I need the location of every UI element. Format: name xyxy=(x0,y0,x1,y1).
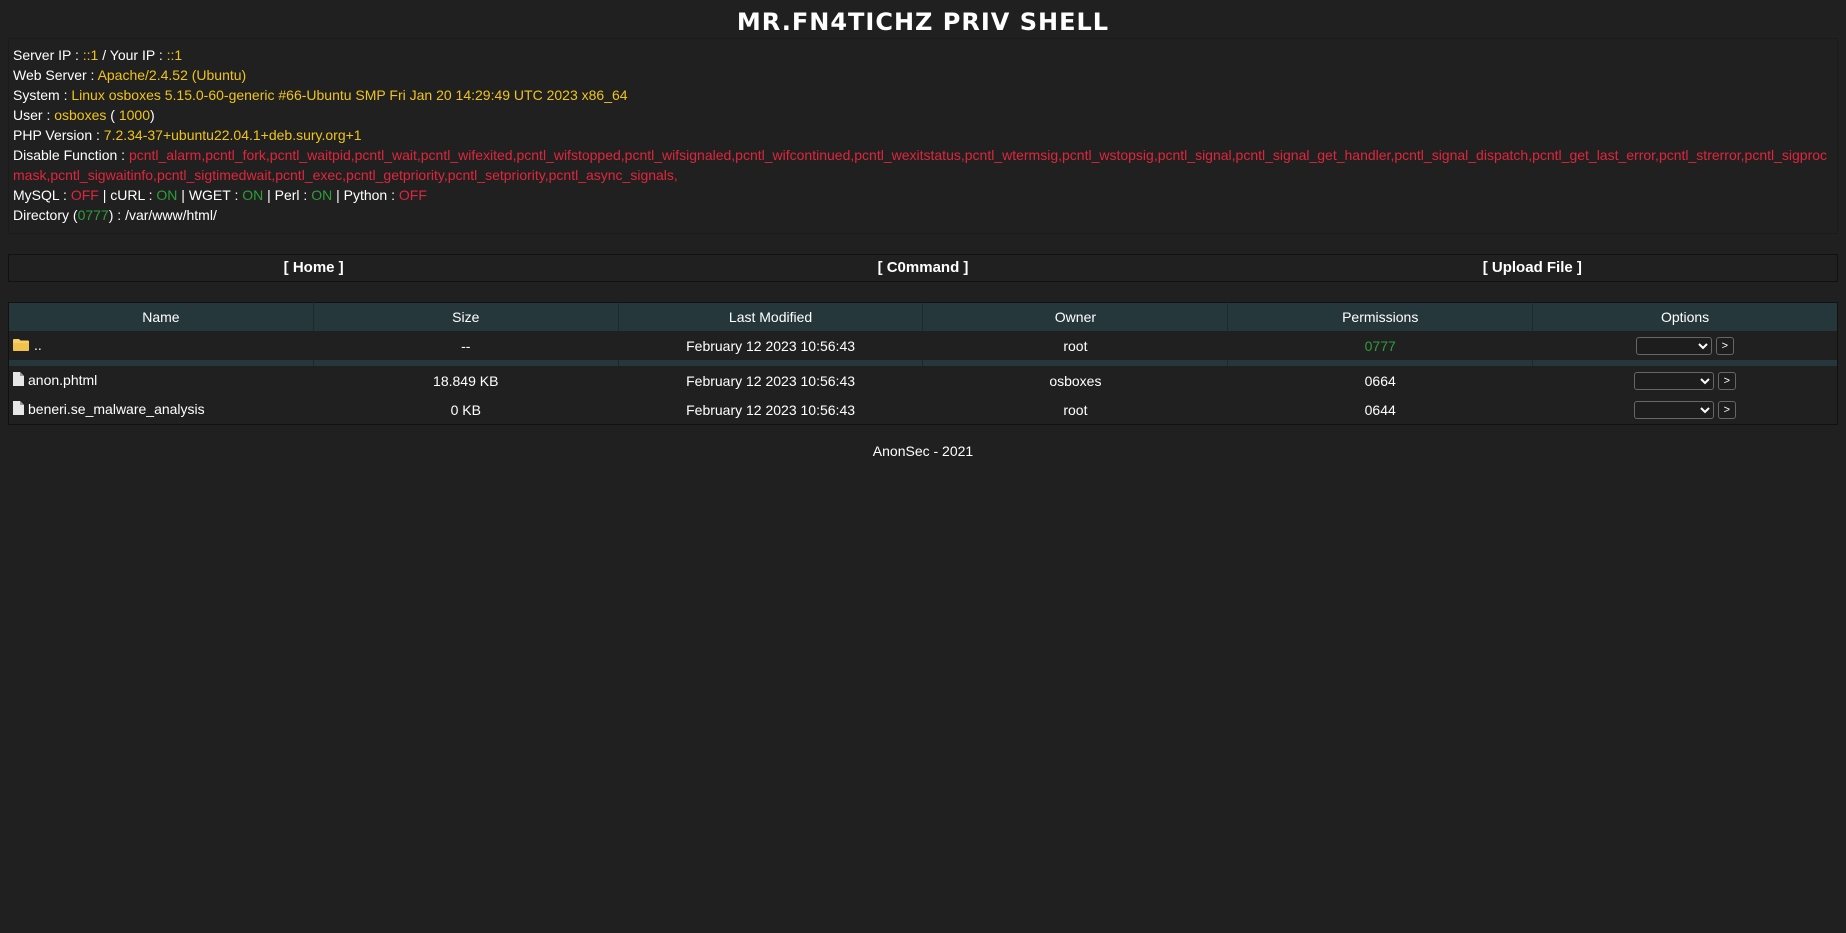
file-modified: February 12 2023 10:56:43 xyxy=(686,372,856,389)
file-name-cell[interactable]: beneri.se_malware_analysis xyxy=(9,395,314,425)
nav-bar: [ Home ] [ C0mmand ] [ Upload File ] xyxy=(8,254,1838,282)
table-row: anon.phtml 18.849 KB February 12 2023 10… xyxy=(9,366,1838,395)
curl-status: ON xyxy=(156,187,178,203)
system-label: System : xyxy=(13,87,72,103)
file-options: > xyxy=(1533,366,1838,395)
server-ip-label: Server IP : xyxy=(13,47,83,63)
user-id-close: ) xyxy=(150,107,155,123)
wget-status: ON xyxy=(242,187,264,203)
perl-label: | Perl : xyxy=(263,187,312,203)
file-name-cell[interactable]: anon.phtml xyxy=(9,366,314,395)
footer-text: AnonSec - 2021 xyxy=(872,443,974,459)
user-row: User : osboxes ( 1000) xyxy=(13,105,1833,125)
file-size: 18.849 KB xyxy=(433,372,499,389)
your-ip-label: / Your IP : xyxy=(98,47,167,63)
user-id-value: 1000 xyxy=(118,107,150,123)
user-id-open: ( xyxy=(106,107,119,123)
wget-label: | WGET : xyxy=(177,187,243,203)
php-row: PHP Version : 7.2.34-37+ubuntu22.04.1+de… xyxy=(13,125,1833,145)
features-row: MySQL : OFF | cURL : ON | WGET : ON | Pe… xyxy=(13,185,1833,205)
mysql-label: MySQL : xyxy=(13,187,71,203)
disable-value: pcntl_alarm,pcntl_fork,pcntl_waitpid,pcn… xyxy=(13,147,1828,183)
server-info-panel: Server IP : ::1 / Your IP : ::1 Web Serv… xyxy=(8,38,1838,234)
home-link[interactable]: [ Home ] xyxy=(9,255,618,281)
file-permissions: 0664 xyxy=(1364,372,1396,389)
dir-sep: ) : xyxy=(108,207,126,223)
dir-perm: 0777 xyxy=(77,207,109,223)
folder-icon xyxy=(13,338,30,354)
parent-options-select[interactable] xyxy=(1635,336,1712,355)
col-owner-header: Owner xyxy=(922,302,1229,331)
your-ip-value: ::1 xyxy=(166,47,183,63)
web-server-label: Web Server : xyxy=(13,67,98,83)
col-size-header: Size xyxy=(313,302,619,331)
file-table: Name Size Last Modified Owner Permission… xyxy=(8,302,1838,425)
dir-label: Directory ( xyxy=(13,207,78,223)
parent-go-button[interactable]: > xyxy=(1715,336,1734,355)
parent-dir-row: .. -- February 12 2023 10:56:43 root 077… xyxy=(9,331,1838,360)
parent-name-cell[interactable]: .. xyxy=(9,331,314,360)
file-icon xyxy=(13,401,24,418)
mysql-status: OFF xyxy=(70,187,99,203)
col-options-header: Options xyxy=(1532,302,1838,331)
table-row: beneri.se_malware_analysis 0 KB February… xyxy=(9,395,1838,425)
php-value: 7.2.34-37+ubuntu22.04.1+deb.sury.org+1 xyxy=(103,127,362,143)
file-options-select[interactable] xyxy=(1633,400,1714,419)
file-modified: February 12 2023 10:56:43 xyxy=(686,401,856,418)
web-server-value: Apache/2.4.52 (Ubuntu) xyxy=(97,67,247,83)
curl-label: | cURL : xyxy=(98,187,157,203)
dir-path-link[interactable]: /var/www/html/ xyxy=(125,207,217,223)
file-permissions: 0644 xyxy=(1364,401,1396,418)
file-name[interactable]: beneri.se_malware_analysis xyxy=(28,401,205,417)
ip-row: Server IP : ::1 / Your IP : ::1 xyxy=(13,45,1833,65)
file-size: 0 KB xyxy=(450,401,481,418)
python-label: | Python : xyxy=(332,187,399,203)
col-modified-header: Last Modified xyxy=(618,302,924,331)
disable-label: Disable Function : xyxy=(13,147,129,163)
perl-status: ON xyxy=(311,187,333,203)
user-label: User : xyxy=(13,107,55,123)
table-header-row: Name Size Last Modified Owner Permission… xyxy=(8,302,1838,331)
system-value: Linux osboxes 5.15.0-60-generic #66-Ubun… xyxy=(71,87,628,103)
python-status: OFF xyxy=(398,187,427,203)
file-go-button[interactable]: > xyxy=(1717,371,1736,390)
page-title: MR.FN4TICHZ PRIV SHELL xyxy=(736,8,1110,36)
file-owner: root xyxy=(1063,401,1088,418)
parent-options: > xyxy=(1533,331,1838,360)
command-link[interactable]: [ C0mmand ] xyxy=(618,255,1227,281)
file-go-button[interactable]: > xyxy=(1717,400,1736,419)
col-name-header: Name xyxy=(8,302,314,331)
disable-functions-row: Disable Function : pcntl_alarm,pcntl_for… xyxy=(13,145,1833,185)
server-ip-value: ::1 xyxy=(82,47,99,63)
file-name[interactable]: anon.phtml xyxy=(28,372,97,388)
php-label: PHP Version : xyxy=(13,127,104,143)
web-server-row: Web Server : Apache/2.4.52 (Ubuntu) xyxy=(13,65,1833,85)
parent-modified: February 12 2023 10:56:43 xyxy=(686,337,856,354)
file-owner: osboxes xyxy=(1049,372,1102,389)
page: MR.FN4TICHZ PRIV SHELL Server IP : ::1 /… xyxy=(0,0,1846,933)
col-permissions-header: Permissions xyxy=(1227,302,1534,331)
system-row: System : Linux osboxes 5.15.0-60-generic… xyxy=(13,85,1833,105)
directory-row: Directory (0777) : /var/www/html/ xyxy=(13,205,1833,225)
parent-name[interactable]: .. xyxy=(34,337,42,353)
file-options: > xyxy=(1533,395,1838,425)
file-options-select[interactable] xyxy=(1633,371,1714,390)
parent-owner: root xyxy=(1063,337,1088,354)
file-icon xyxy=(13,372,24,389)
parent-permissions: 0777 xyxy=(1364,337,1396,354)
parent-size: -- xyxy=(461,337,471,354)
user-value: osboxes xyxy=(54,107,107,123)
upload-file-link[interactable]: [ Upload File ] xyxy=(1228,255,1837,281)
